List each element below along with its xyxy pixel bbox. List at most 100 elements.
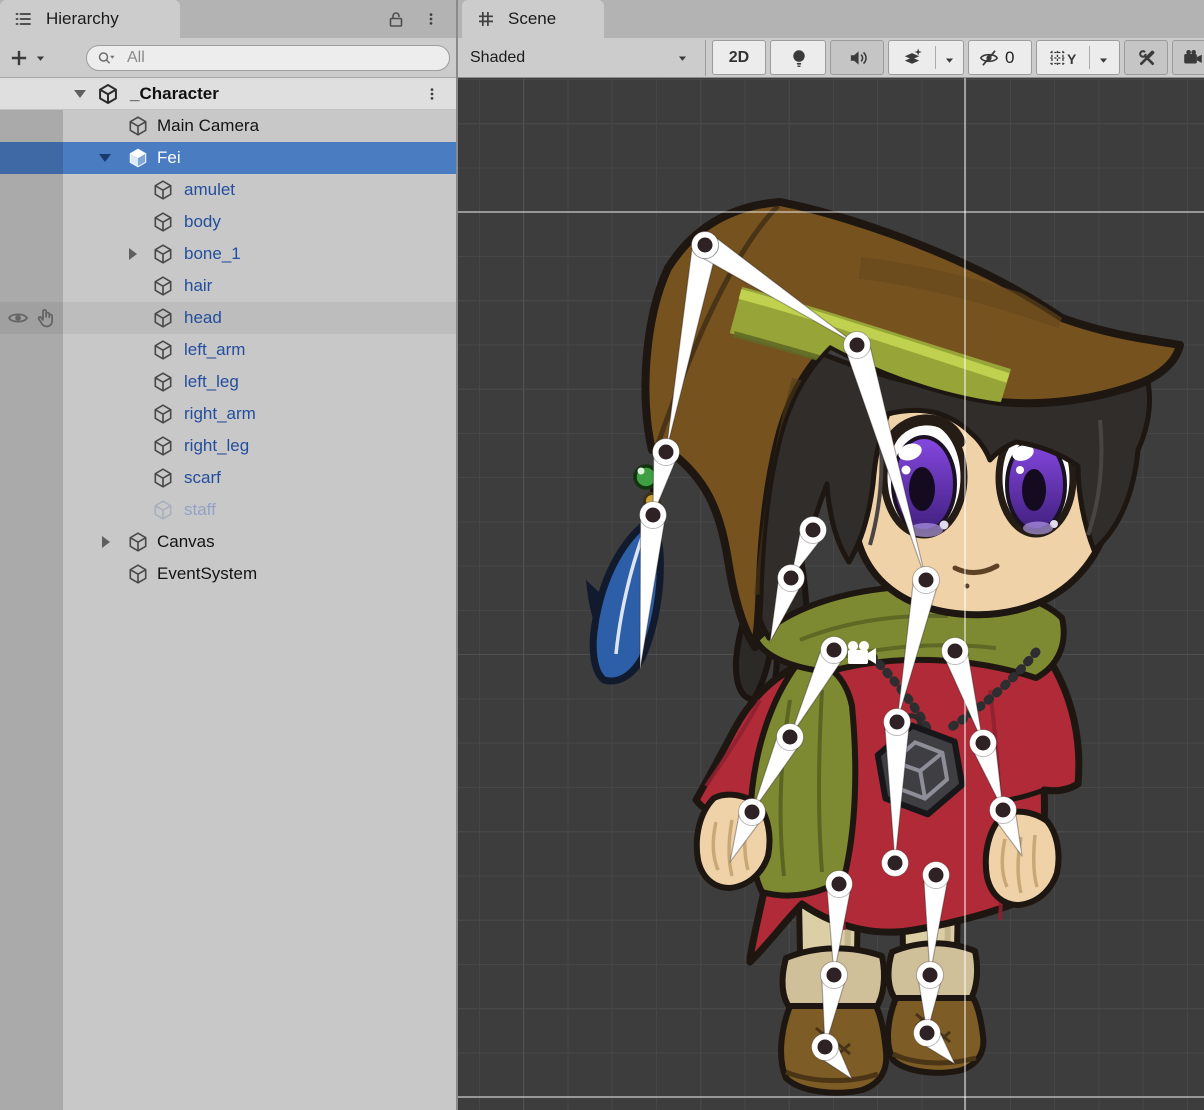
gameobject-cube-icon [152,403,174,425]
panel-menu-kebab-icon[interactable] [423,8,439,30]
gameobject-cube-icon [127,531,149,553]
row-label: right_arm [184,398,256,430]
row-label: hair [184,270,212,302]
hierarchy-row-fei[interactable]: Fei [0,142,456,174]
gameobject-cube-icon [152,435,174,457]
row-label: _Character [130,78,219,110]
scene-menu-kebab-icon[interactable] [424,83,440,105]
grid-settings-button[interactable]: Y [1036,40,1120,75]
joint-center [818,1040,833,1055]
camera-gizmo-icon [848,641,858,651]
bone-hat-tassel[interactable] [640,514,665,670]
row-label: head [184,302,222,334]
hierarchy-row-right-leg[interactable]: right_leg [0,430,456,462]
foldout-closed-icon[interactable] [95,532,115,552]
hierarchy-row-hair[interactable]: hair [0,270,456,302]
eye-hidden-icon [978,47,1000,69]
foldout-open-icon[interactable] [70,84,90,104]
scene-visibility-button[interactable]: 0 [968,40,1032,75]
prefab-cube-icon [127,147,149,169]
wrench-screwdriver-icon [1136,47,1158,69]
gameobject-cube-icon [152,339,174,361]
row-label: body [184,206,221,238]
2d-toggle-button[interactable]: 2D [712,40,766,75]
foldout-closed-icon[interactable] [122,244,142,264]
tab-hierarchy[interactable]: Hierarchy [0,0,180,38]
bone-head-spine[interactable] [897,577,938,722]
button-separator [935,46,936,69]
gameobject-cube-icon [152,499,174,521]
gameobject-cube-icon [127,115,149,137]
effects-toggle-button[interactable] [888,40,964,75]
row-label: scarf [184,462,221,494]
joint-center [888,856,903,871]
camera-gizmo-icon [859,641,869,651]
joint-center [745,805,760,820]
search-input[interactable]: All [86,45,450,71]
grid-major-horizontal-line [458,211,1204,213]
hierarchy-row-amulet[interactable]: amulet [0,174,456,206]
bone-rig-overlay[interactable] [458,78,1204,1110]
chevron-down-icon[interactable] [943,54,956,67]
camera-settings-button[interactable] [1172,40,1204,75]
hierarchy-row-eventsystem[interactable]: EventSystem [0,558,456,590]
hierarchy-row-staff[interactable]: staff [0,494,456,526]
joint-center [698,238,713,253]
bone-head-spine[interactable] [698,235,857,345]
joint-center [784,571,799,586]
joint-center [646,508,661,523]
hierarchy-tab-label: Hierarchy [46,0,119,38]
row-label: amulet [184,174,235,206]
hierarchy-row-canvas[interactable]: Canvas [0,526,456,558]
hierarchy-tabstrip: Hierarchy [0,0,456,38]
chevron-down-icon[interactable] [1097,54,1110,67]
grid-major-horizontal-line [458,1096,1204,1098]
scene-grid-icon [476,9,496,29]
gameobject-cube-icon [152,371,174,393]
bone-head-spine[interactable] [885,722,910,863]
hierarchy-row-scene-root[interactable]: _Character [0,78,456,110]
row-label: Fei [157,142,181,174]
search-icon [96,49,116,69]
joint-center [996,803,1011,818]
hierarchy-row-scarf[interactable]: scarf [0,462,456,494]
camera-gizmo-icon [848,650,868,664]
grid-icon [1047,47,1069,69]
hierarchy-row-main-camera[interactable]: Main Camera [0,110,456,142]
bone-head-spine[interactable] [845,341,926,580]
hierarchy-row-right-arm[interactable]: right_arm [0,398,456,430]
hierarchy-row-body[interactable]: body [0,206,456,238]
hierarchy-list-icon [13,9,33,29]
gameobject-cube-icon [152,467,174,489]
scene-viewport[interactable] [458,78,1204,1110]
button-separator [1089,46,1090,69]
foldout-open-icon[interactable] [95,148,115,168]
gameobject-cube-icon [152,243,174,265]
joint-center [659,445,674,460]
joint-center [890,715,905,730]
hierarchy-row-bone-1[interactable]: bone_1 [0,238,456,270]
grid-origin-vertical-line [964,78,966,1110]
row-label: left_leg [184,366,239,398]
lighting-toggle-button[interactable] [770,40,826,75]
bone-hat-tassel[interactable] [666,243,717,452]
hierarchy-row-head[interactable]: head [0,302,456,334]
gameobject-cube-icon [152,275,174,297]
joint-center [929,868,944,883]
shading-mode-dropdown[interactable]: Shaded [458,38,704,78]
row-label: bone_1 [184,238,241,270]
tool-settings-button[interactable] [1124,40,1168,75]
hierarchy-row-left-arm[interactable]: left_arm [0,334,456,366]
create-dropdown-caret-icon[interactable] [34,52,47,65]
create-add-button[interactable] [8,47,30,69]
tab-scene[interactable]: Scene [462,0,604,38]
bone-right-leg[interactable] [924,874,949,975]
joint-center [827,968,842,983]
joint-center [783,730,798,745]
lock-icon[interactable] [386,9,406,29]
audio-toggle-button[interactable] [830,40,884,75]
visibility-gutter [0,110,63,1110]
hierarchy-row-left-leg[interactable]: left_leg [0,366,456,398]
unity-editor: Hierarchy All _Character Main Camera [0,0,1204,1110]
joint-center [827,643,842,658]
